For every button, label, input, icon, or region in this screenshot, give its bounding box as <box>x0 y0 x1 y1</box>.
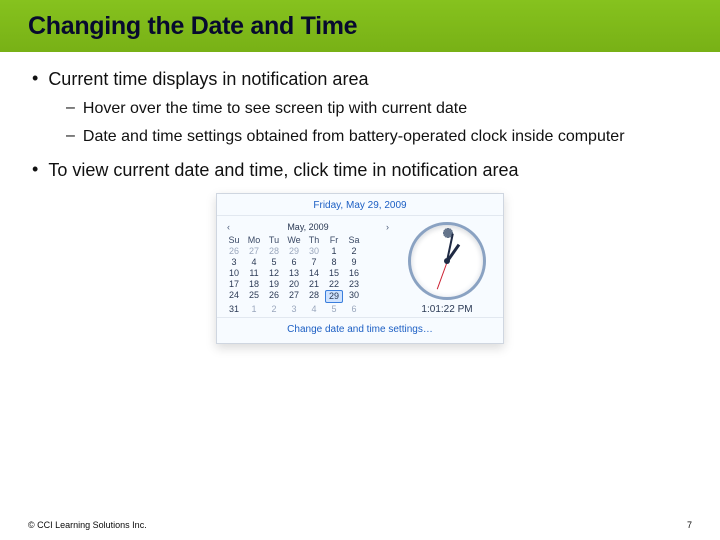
calendar-dow: Tu <box>265 235 283 245</box>
calendar-day[interactable]: 3 <box>285 304 303 314</box>
calendar-day[interactable]: 30 <box>305 246 323 256</box>
calendar-day[interactable]: 9 <box>345 257 363 267</box>
calendar-day[interactable]: 28 <box>305 290 323 303</box>
sub-bullet-item: – Date and time settings obtained from b… <box>66 127 688 147</box>
slide-body: • Current time displays in notification … <box>0 52 720 344</box>
calendar-day[interactable]: 29 <box>285 246 303 256</box>
calendar-day[interactable]: 6 <box>345 304 363 314</box>
calendar-day[interactable]: 16 <box>345 268 363 278</box>
bullet-icon: • <box>32 159 38 182</box>
analog-clock <box>408 222 486 300</box>
sub-bullet-text: Date and time settings obtained from bat… <box>83 127 625 147</box>
calendar-day[interactable]: 4 <box>305 304 323 314</box>
calendar-day[interactable]: 5 <box>265 257 283 267</box>
change-date-time-link[interactable]: Change date and time settings… <box>217 317 503 343</box>
copyright-text: © CCI Learning Solutions Inc. <box>28 520 147 530</box>
calendar-dow: Th <box>305 235 323 245</box>
calendar-day[interactable]: 15 <box>325 268 343 278</box>
calendar-day[interactable]: 18 <box>245 279 263 289</box>
calendar-day[interactable]: 20 <box>285 279 303 289</box>
calendar-day[interactable]: 23 <box>345 279 363 289</box>
calendar-day[interactable]: 28 <box>265 246 283 256</box>
calendar-day[interactable]: 25 <box>245 290 263 303</box>
calendar-day[interactable]: 2 <box>345 246 363 256</box>
calendar-day[interactable]: 12 <box>265 268 283 278</box>
date-time-popup: Friday, May 29, 2009 ‹ May, 2009 › SuMoT… <box>216 193 504 344</box>
clock-time-label: 1:01:22 PM <box>399 304 495 315</box>
sub-bullet-item: – Hover over the time to see screen tip … <box>66 99 688 119</box>
calendar-grid: SuMoTuWeThFrSa26272829301234567891011121… <box>225 235 391 314</box>
calendar-day[interactable]: 14 <box>305 268 323 278</box>
calendar-dow: We <box>285 235 303 245</box>
calendar-dow: Sa <box>345 235 363 245</box>
calendar-day[interactable]: 10 <box>225 268 243 278</box>
calendar-day[interactable]: 19 <box>265 279 283 289</box>
bullet-text: To view current date and time, click tim… <box>48 159 518 182</box>
calendar-day[interactable]: 26 <box>265 290 283 303</box>
bullet-icon: • <box>32 68 38 91</box>
calendar: ‹ May, 2009 › SuMoTuWeThFrSa262728293012… <box>225 222 391 314</box>
calendar-day[interactable]: 6 <box>285 257 303 267</box>
calendar-dow: Mo <box>245 235 263 245</box>
calendar-day[interactable]: 30 <box>345 290 363 303</box>
page-number: 7 <box>687 520 692 530</box>
popup-long-date: Friday, May 29, 2009 <box>217 194 503 216</box>
calendar-day[interactable]: 1 <box>245 304 263 314</box>
calendar-day-selected[interactable]: 29 <box>325 290 343 303</box>
calendar-day[interactable]: 27 <box>285 290 303 303</box>
calendar-day[interactable]: 4 <box>245 257 263 267</box>
clock-second-hand <box>436 261 447 290</box>
dash-icon: – <box>66 99 75 119</box>
calendar-day[interactable]: 21 <box>305 279 323 289</box>
calendar-day[interactable]: 3 <box>225 257 243 267</box>
calendar-day[interactable]: 22 <box>325 279 343 289</box>
calendar-month-label: May, 2009 <box>287 222 328 232</box>
calendar-day[interactable]: 5 <box>325 304 343 314</box>
calendar-day[interactable]: 8 <box>325 257 343 267</box>
slide-title: Changing the Date and Time <box>28 12 357 41</box>
calendar-day[interactable]: 2 <box>265 304 283 314</box>
bullet-item: • Current time displays in notification … <box>32 68 688 147</box>
calendar-dow: Su <box>225 235 243 245</box>
bullet-text: Current time displays in notification ar… <box>48 68 368 91</box>
slide-footer: © CCI Learning Solutions Inc. 7 <box>0 520 720 530</box>
title-bar: Changing the Date and Time <box>0 0 720 52</box>
calendar-day[interactable]: 31 <box>225 304 243 314</box>
calendar-day[interactable]: 26 <box>225 246 243 256</box>
calendar-dow: Fr <box>325 235 343 245</box>
calendar-day[interactable]: 13 <box>285 268 303 278</box>
calendar-day[interactable]: 17 <box>225 279 243 289</box>
bullet-item: • To view current date and time, click t… <box>32 159 688 182</box>
clock-pivot <box>444 258 450 264</box>
calendar-day[interactable]: 27 <box>245 246 263 256</box>
dash-icon: – <box>66 127 75 147</box>
calendar-prev-button[interactable]: ‹ <box>225 222 232 232</box>
calendar-day[interactable]: 7 <box>305 257 323 267</box>
calendar-next-button[interactable]: › <box>384 222 391 232</box>
sub-bullet-text: Hover over the time to see screen tip wi… <box>83 99 467 119</box>
calendar-day[interactable]: 1 <box>325 246 343 256</box>
calendar-day[interactable]: 11 <box>245 268 263 278</box>
calendar-day[interactable]: 24 <box>225 290 243 303</box>
